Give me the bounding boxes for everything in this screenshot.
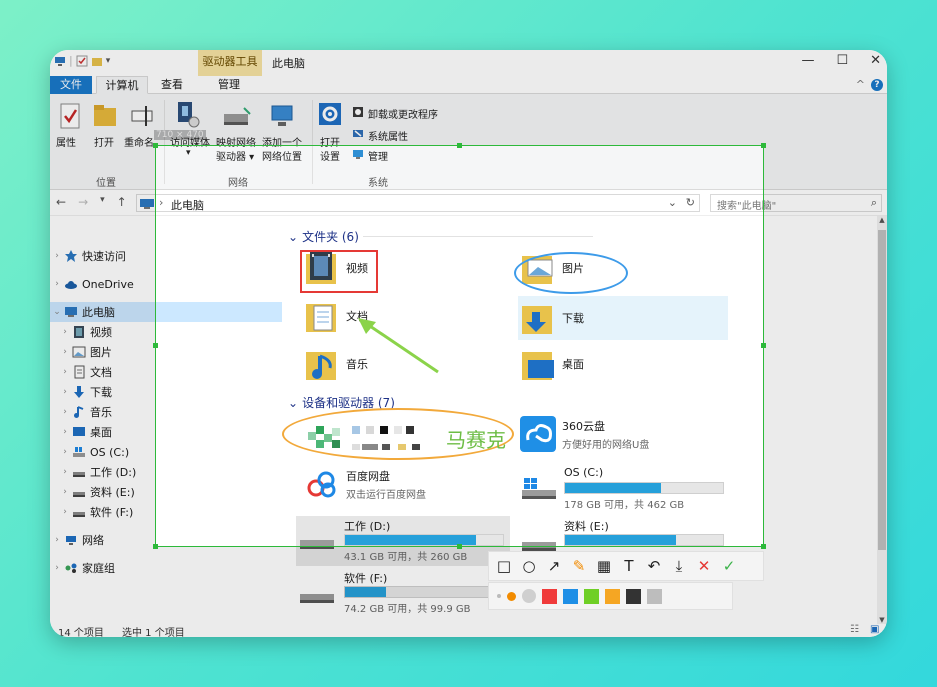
large-size-dot[interactable] (522, 589, 536, 603)
color-swatch-black[interactable] (626, 588, 641, 604)
color-swatch-blue[interactable] (563, 588, 578, 604)
annotation-rectangle[interactable] (300, 250, 378, 293)
resize-handle[interactable] (761, 544, 766, 549)
text-tool-icon[interactable]: T (619, 556, 639, 576)
arrow-tool-icon[interactable]: ↗ (544, 556, 564, 576)
confirm-icon[interactable]: ✓ (719, 556, 739, 576)
resize-handle[interactable] (761, 143, 766, 148)
color-swatch-red[interactable] (542, 588, 557, 604)
ellipse-tool-icon[interactable]: ○ (519, 556, 539, 576)
dim-mask (50, 145, 155, 547)
color-swatch-orange[interactable] (605, 588, 620, 604)
resize-handle[interactable] (457, 143, 462, 148)
capture-selection-rect[interactable] (155, 145, 764, 547)
rectangle-tool-icon[interactable]: □ (494, 556, 514, 576)
explorer-window: | ▾ 驱动器工具 此电脑 — ☐ ✕ 文件 计算机 查看 管理 ^ ? 属性 … (50, 50, 887, 637)
color-swatch-green[interactable] (584, 588, 599, 604)
annotation-text[interactable]: 马赛克 (446, 424, 506, 453)
resize-handle[interactable] (153, 343, 158, 348)
cancel-icon[interactable]: ✕ (694, 556, 714, 576)
small-size-dot[interactable] (497, 594, 501, 598)
save-download-icon[interactable]: ⤓ (669, 556, 689, 576)
resize-handle[interactable] (153, 544, 158, 549)
color-swatch-gray[interactable] (647, 588, 662, 604)
medium-size-dot[interactable] (507, 591, 516, 601)
resize-handle[interactable] (153, 143, 158, 148)
resize-handle[interactable] (457, 544, 462, 549)
dim-mask (764, 145, 887, 547)
selection-size-label: 710 × 470 (154, 130, 206, 140)
annotation-ellipse[interactable] (514, 252, 628, 294)
resize-handle[interactable] (761, 343, 766, 348)
annotation-arrow[interactable] (350, 308, 450, 378)
annotation-toolbar: □ ○ ↗ ✎ ▦ T ↶ ⤓ ✕ ✓ (488, 551, 764, 581)
brush-tool-icon[interactable]: ✎ (569, 556, 589, 576)
undo-icon[interactable]: ↶ (644, 556, 664, 576)
color-size-toolbar (488, 582, 733, 610)
mosaic-tool-icon[interactable]: ▦ (594, 556, 614, 576)
